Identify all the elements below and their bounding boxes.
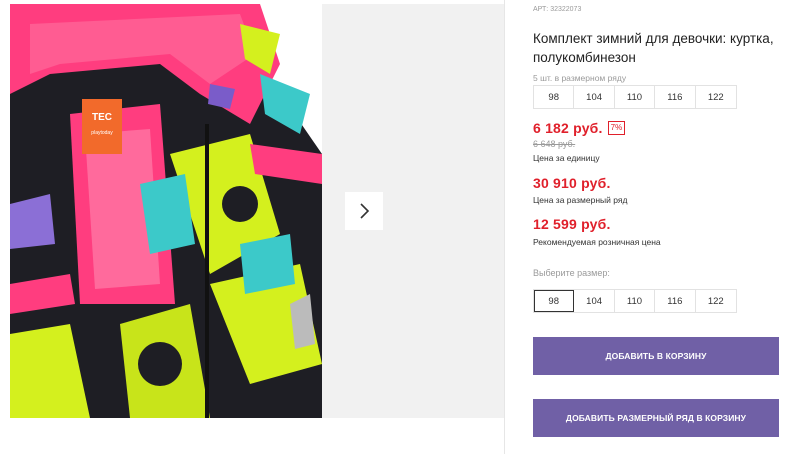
jacket-illustration: TEC playtoday [10, 4, 322, 418]
row-size-note: 5 шт. в размерном ряду [533, 73, 627, 83]
brand-label-subtext: playtoday [91, 130, 113, 136]
product-title: Комплект зимний для девочки: куртка, пол… [533, 31, 774, 65]
size-selector: 98 104 110 116 122 [533, 289, 737, 313]
row-price-caption: Цена за размерный ряд [533, 195, 628, 205]
row-size-item: 122 [707, 91, 724, 103]
discount-badge: 7% [607, 121, 626, 135]
row-size-item: 116 [655, 86, 696, 108]
old-price: 6 648 руб. [533, 139, 576, 149]
size-option-116[interactable]: 116 [655, 290, 696, 312]
row-size-list: 98 104 110 116 122 [533, 85, 737, 109]
size-option-98[interactable]: 98 [534, 290, 575, 312]
chevron-right-icon [360, 203, 370, 219]
size-option-110[interactable]: 110 [615, 290, 656, 312]
row-size-item: 98 [534, 86, 575, 108]
unit-price: 6 182 руб. [533, 120, 603, 136]
unit-price-caption: Цена за единицу [533, 153, 600, 163]
add-size-row-to-cart-button[interactable]: ДОБАВИТЬ РАЗМЕРНЫЙ РЯД В КОРЗИНУ [533, 399, 779, 437]
panel-divider [504, 0, 505, 454]
size-select-label: Выберите размер: [533, 268, 610, 278]
row-size-item: 104 [574, 86, 615, 108]
row-size-item: 110 [615, 86, 656, 108]
size-option-122[interactable]: 122 [696, 290, 736, 312]
size-option-104[interactable]: 104 [574, 290, 615, 312]
recommended-price: 12 599 руб. [533, 216, 611, 232]
row-price: 30 910 руб. [533, 175, 611, 191]
product-gallery: TEC playtoday [10, 4, 504, 418]
unit-price-block: 6 182 руб. 7% [533, 120, 626, 136]
product-photo[interactable]: TEC playtoday [10, 4, 322, 418]
gallery-next-button[interactable] [345, 192, 383, 230]
recommended-price-caption: Рекомендуемая розничная цена [533, 237, 661, 247]
brand-label-text: TEC [92, 112, 112, 123]
article-number: АРТ: 32322073 [533, 6, 582, 13]
add-to-cart-button[interactable]: ДОБАВИТЬ В КОРЗИНУ [533, 337, 779, 375]
